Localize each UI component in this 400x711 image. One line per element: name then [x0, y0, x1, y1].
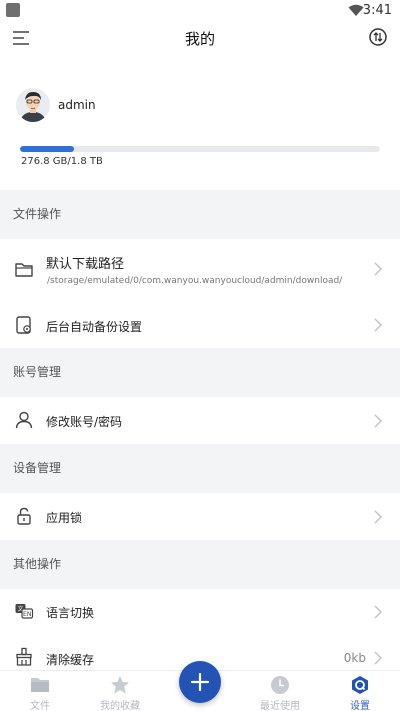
download-path-value: /storage/emulated/0/com.wanyou.wanyouclo… [47, 276, 343, 286]
avatar[interactable] [16, 88, 50, 122]
settings-icon [352, 676, 368, 694]
language-label: 语言切换 [46, 606, 95, 620]
section-account: 账号管理 [0, 348, 400, 397]
storage-progress-fill [20, 146, 74, 152]
download-path-row[interactable]: 默认下载路径 /storage/emulated/0/com.wanyou.wa… [0, 239, 400, 300]
status-bar: 3:41 [0, 0, 400, 22]
folder-icon [31, 678, 49, 692]
chevron-right-icon [374, 414, 382, 428]
notification-icon [6, 3, 20, 17]
clock-icon [271, 676, 289, 694]
backup-settings-label: 后台自动备份设置 [46, 320, 143, 334]
section-title: 其他操作 [13, 557, 62, 571]
app-lock-row[interactable]: 应用锁 [0, 493, 400, 540]
section-file-ops: 文件操作 [0, 190, 400, 239]
storage-usage-text: 276.8 GB/1.8 TB [21, 156, 103, 167]
download-path-label: 默认下载路径 [46, 257, 125, 272]
nav-favorites[interactable]: 我的收藏 [80, 671, 160, 711]
section-title: 设备管理 [13, 461, 62, 475]
star-icon [111, 676, 129, 694]
profile-card: admin 276.8 GB/1.8 TB [0, 84, 400, 184]
status-time: 3:41 [362, 3, 392, 18]
avatar-image [16, 88, 50, 122]
chevron-right-icon [374, 318, 382, 332]
nav-recent-label: 最近使用 [260, 701, 300, 711]
lock-icon [17, 507, 31, 525]
change-password-row[interactable]: 修改账号/密码 [0, 397, 400, 444]
nav-files[interactable]: 文件 [0, 671, 80, 711]
nav-recent[interactable]: 最近使用 [240, 671, 320, 711]
nav-settings[interactable]: 设置 [320, 671, 400, 711]
nav-favorites-label: 我的收藏 [100, 701, 140, 711]
chevron-right-icon [374, 262, 382, 276]
plus-icon [190, 672, 210, 692]
app-lock-label: 应用锁 [46, 511, 83, 525]
backup-icon [16, 316, 31, 334]
username: admin [58, 98, 96, 112]
storage-progress-bar [20, 146, 380, 152]
section-title: 文件操作 [13, 207, 62, 221]
folder-icon [15, 263, 33, 277]
section-device: 设备管理 [0, 444, 400, 493]
language-icon: 文 EN [15, 604, 34, 619]
add-button[interactable] [179, 661, 221, 703]
page-title: 我的 [184, 30, 215, 48]
change-password-label: 修改账号/密码 [46, 415, 123, 429]
user-icon [15, 411, 33, 429]
cache-size-value: 0kb [343, 651, 366, 665]
chevron-right-icon [374, 605, 382, 619]
section-title: 账号管理 [13, 365, 62, 379]
app-header: 我的 [0, 24, 400, 54]
language-row[interactable]: 文 EN 语言切换 [0, 589, 400, 634]
nav-settings-label: 设置 [350, 701, 370, 711]
chevron-right-icon [374, 510, 382, 524]
chevron-right-icon [374, 651, 382, 665]
nav-files-label: 文件 [30, 701, 50, 711]
clear-cache-label: 清除缓存 [46, 653, 95, 667]
wifi-icon [348, 4, 364, 16]
svg-text:EN: EN [23, 611, 31, 618]
sort-icon[interactable] [368, 27, 388, 47]
section-other: 其他操作 [0, 540, 400, 589]
broom-icon [16, 647, 32, 666]
backup-settings-row[interactable]: 后台自动备份设置 [0, 300, 400, 348]
